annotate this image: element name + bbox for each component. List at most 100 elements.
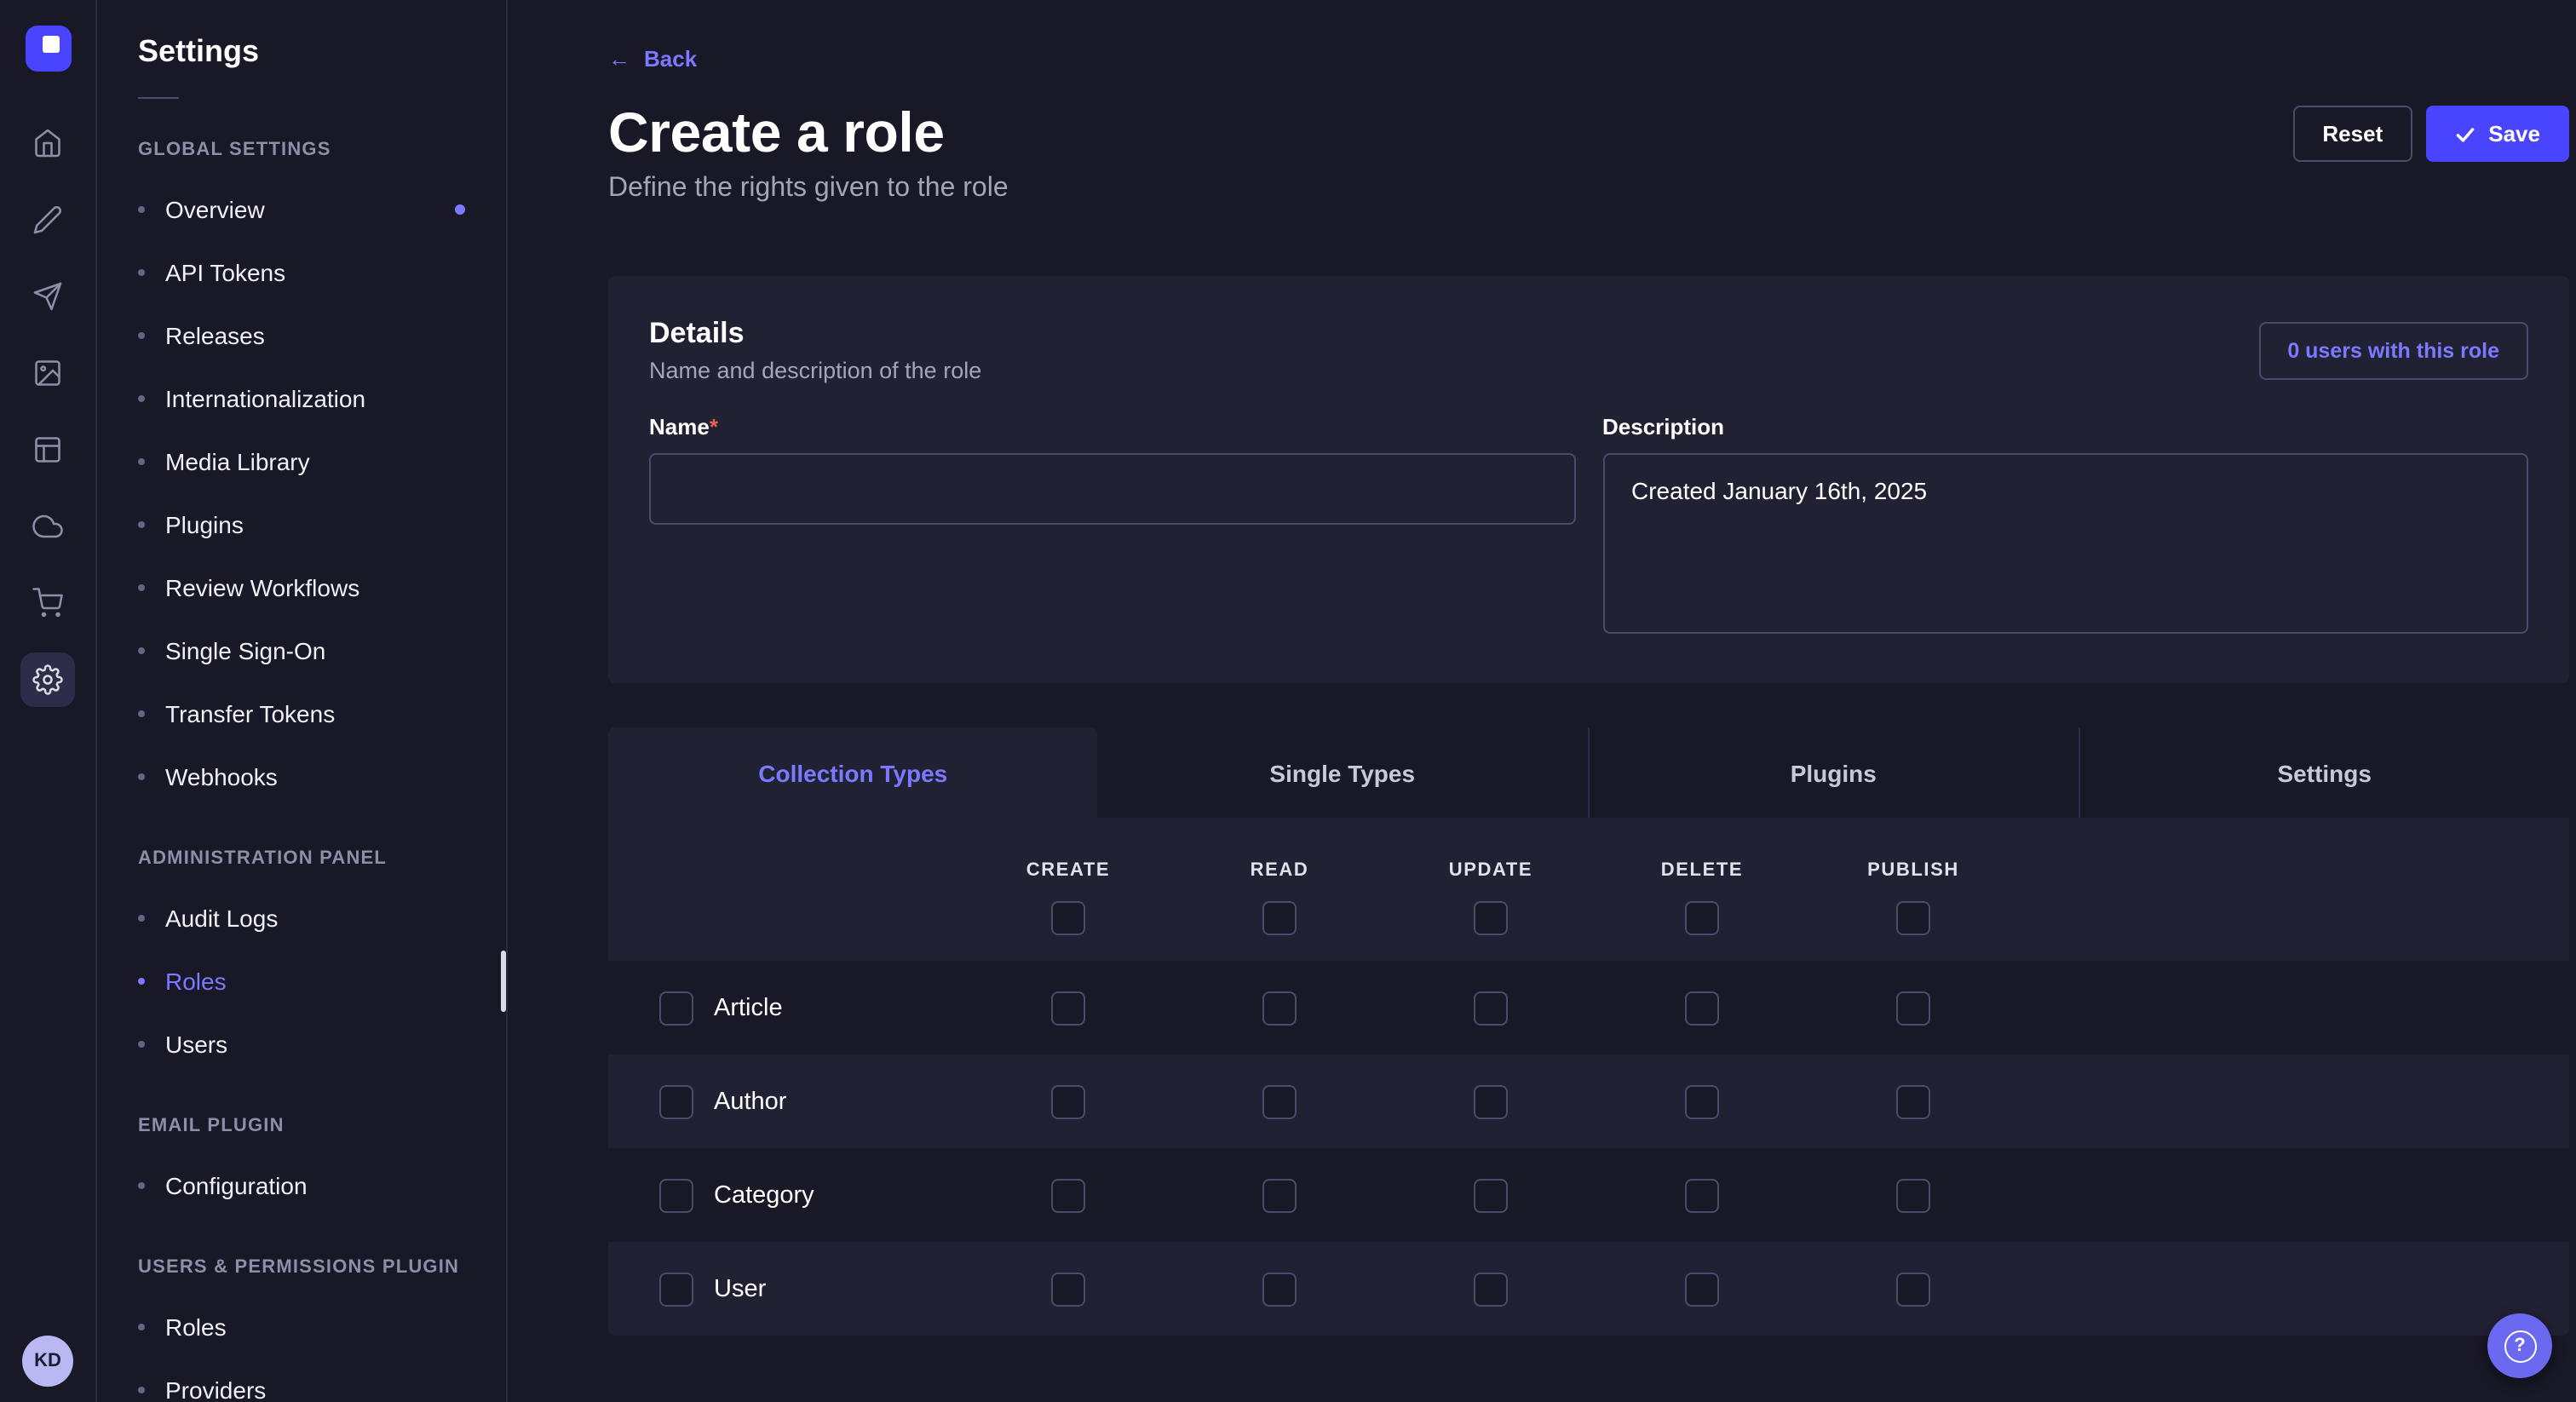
save-button[interactable]: Save — [2425, 106, 2569, 162]
rail-item-settings[interactable] — [20, 652, 75, 707]
bullet-icon — [138, 914, 145, 921]
settings-gear-icon — [32, 664, 63, 695]
permissions-table: CREATE READ UPDATE DELETE — [608, 818, 2569, 1336]
bullet-icon — [138, 331, 145, 338]
checkbox-author-delete[interactable] — [1685, 1084, 1719, 1118]
checkbox-user-delete[interactable] — [1685, 1272, 1719, 1306]
checkbox-user-create[interactable] — [1051, 1272, 1085, 1306]
sidebar-item-providers[interactable]: Providers — [97, 1358, 506, 1402]
sidebar-item-media-library[interactable]: Media Library — [97, 429, 506, 492]
bullet-icon — [138, 394, 145, 401]
checkbox-article-update[interactable] — [1474, 991, 1508, 1025]
user-avatar[interactable]: KD — [22, 1336, 73, 1387]
row-label: Author — [714, 1088, 786, 1115]
reset-button[interactable]: Reset — [2293, 106, 2412, 162]
checkbox-author-publish[interactable] — [1896, 1084, 1930, 1118]
back-link[interactable]: ← Back — [608, 46, 697, 72]
sidebar-item-users[interactable]: Users — [97, 1012, 506, 1075]
details-subtitle: Name and description of the role — [649, 358, 981, 383]
sidebar-item-api-tokens[interactable]: API Tokens — [97, 240, 506, 303]
tab-plugins[interactable]: Plugins — [1587, 727, 2079, 818]
checkbox-row-article[interactable] — [659, 991, 693, 1025]
rail-item-marketplace[interactable] — [20, 576, 75, 630]
strapi-logo[interactable] — [25, 26, 71, 72]
bullet-icon — [138, 710, 145, 716]
sidebar-item-label: Roles — [165, 967, 227, 994]
checkbox-author-read[interactable] — [1262, 1084, 1297, 1118]
row-label: Category — [714, 1181, 814, 1209]
sidebar-title: Settings — [97, 34, 506, 70]
required-asterisk: * — [710, 414, 718, 440]
home-icon — [32, 128, 63, 158]
pen-icon — [32, 204, 63, 235]
name-input[interactable] — [649, 453, 1575, 525]
header-spacer — [608, 860, 963, 935]
sidebar-item-roles-up[interactable]: Roles — [97, 1295, 506, 1358]
permissions-table-header: CREATE READ UPDATE DELETE — [608, 818, 2569, 961]
bullet-icon — [138, 773, 145, 779]
rail-item-content-manager[interactable] — [20, 422, 75, 477]
page-title: Create a role — [608, 99, 1009, 167]
checkbox-select-all-delete[interactable] — [1685, 901, 1719, 935]
sidebar-item-label: API Tokens — [165, 258, 285, 285]
help-button[interactable]: ? — [2487, 1313, 2552, 1378]
sidebar-item-releases[interactable]: Releases — [97, 303, 506, 366]
checkbox-article-create[interactable] — [1051, 991, 1085, 1025]
sidebar-item-single-sign-on[interactable]: Single Sign-On — [97, 618, 506, 681]
checkbox-select-all-create[interactable] — [1051, 901, 1085, 935]
checkbox-user-update[interactable] — [1474, 1272, 1508, 1306]
checkbox-category-delete[interactable] — [1685, 1178, 1719, 1212]
main-content: ← Back Create a role Define the rights g… — [508, 0, 2576, 1402]
checkbox-category-read[interactable] — [1262, 1178, 1297, 1212]
rail-item-home[interactable] — [20, 116, 75, 170]
checkbox-row-author[interactable] — [659, 1084, 693, 1118]
sidebar-item-webhooks[interactable]: Webhooks — [97, 744, 506, 807]
checkbox-author-create[interactable] — [1051, 1084, 1085, 1118]
sidebar-item-transfer-tokens[interactable]: Transfer Tokens — [97, 681, 506, 744]
rail-item-deploy[interactable] — [20, 269, 75, 324]
column-label: DELETE — [1661, 860, 1743, 881]
sidebar-item-overview[interactable]: Overview — [97, 177, 506, 240]
checkbox-user-publish[interactable] — [1896, 1272, 1930, 1306]
sidebar-item-configuration[interactable]: Configuration — [97, 1153, 506, 1216]
rail-item-media-library[interactable] — [20, 346, 75, 400]
checkbox-author-update[interactable] — [1474, 1084, 1508, 1118]
bullet-icon — [138, 1386, 145, 1393]
permission-row-article: Article — [608, 961, 2569, 1054]
name-field-group: Name* — [649, 414, 1575, 525]
checkbox-category-update[interactable] — [1474, 1178, 1508, 1212]
rail-item-cloud[interactable] — [20, 499, 75, 554]
permission-row-user: User — [608, 1242, 2569, 1336]
tab-collection-types[interactable]: Collection Types — [608, 727, 1098, 818]
sidebar-item-label: Plugins — [165, 510, 244, 537]
bullet-icon — [138, 268, 145, 275]
tab-single-types[interactable]: Single Types — [1098, 727, 1588, 818]
sidebar-item-roles-admin[interactable]: Roles — [97, 949, 506, 1012]
save-label: Save — [2488, 121, 2540, 147]
users-with-role-button[interactable]: 0 users with this role — [2258, 321, 2528, 379]
checkbox-article-delete[interactable] — [1685, 991, 1719, 1025]
checkbox-article-read[interactable] — [1262, 991, 1297, 1025]
checkbox-article-publish[interactable] — [1896, 991, 1930, 1025]
description-label: Description — [1602, 414, 2528, 440]
sidebar-item-internationalization[interactable]: Internationalization — [97, 366, 506, 429]
sidebar-item-label: Webhooks — [165, 762, 278, 790]
checkbox-category-create[interactable] — [1051, 1178, 1085, 1212]
tab-settings[interactable]: Settings — [2079, 727, 2570, 818]
sidebar-item-audit-logs[interactable]: Audit Logs — [97, 886, 506, 949]
checkbox-select-all-publish[interactable] — [1896, 901, 1930, 935]
back-label: Back — [644, 46, 697, 72]
rail-item-content-builder[interactable] — [20, 192, 75, 247]
checkbox-row-user[interactable] — [659, 1272, 693, 1306]
description-textarea[interactable]: Created January 16th, 2025 — [1602, 453, 2528, 634]
checkbox-select-all-update[interactable] — [1474, 901, 1508, 935]
checkbox-select-all-read[interactable] — [1262, 901, 1297, 935]
checkbox-row-category[interactable] — [659, 1178, 693, 1212]
column-update: UPDATE — [1385, 860, 1596, 935]
bullet-icon — [138, 205, 145, 212]
check-icon — [2454, 124, 2475, 144]
checkbox-category-publish[interactable] — [1896, 1178, 1930, 1212]
sidebar-item-plugins[interactable]: Plugins — [97, 492, 506, 555]
checkbox-user-read[interactable] — [1262, 1272, 1297, 1306]
sidebar-item-review-workflows[interactable]: Review Workflows — [97, 555, 506, 618]
